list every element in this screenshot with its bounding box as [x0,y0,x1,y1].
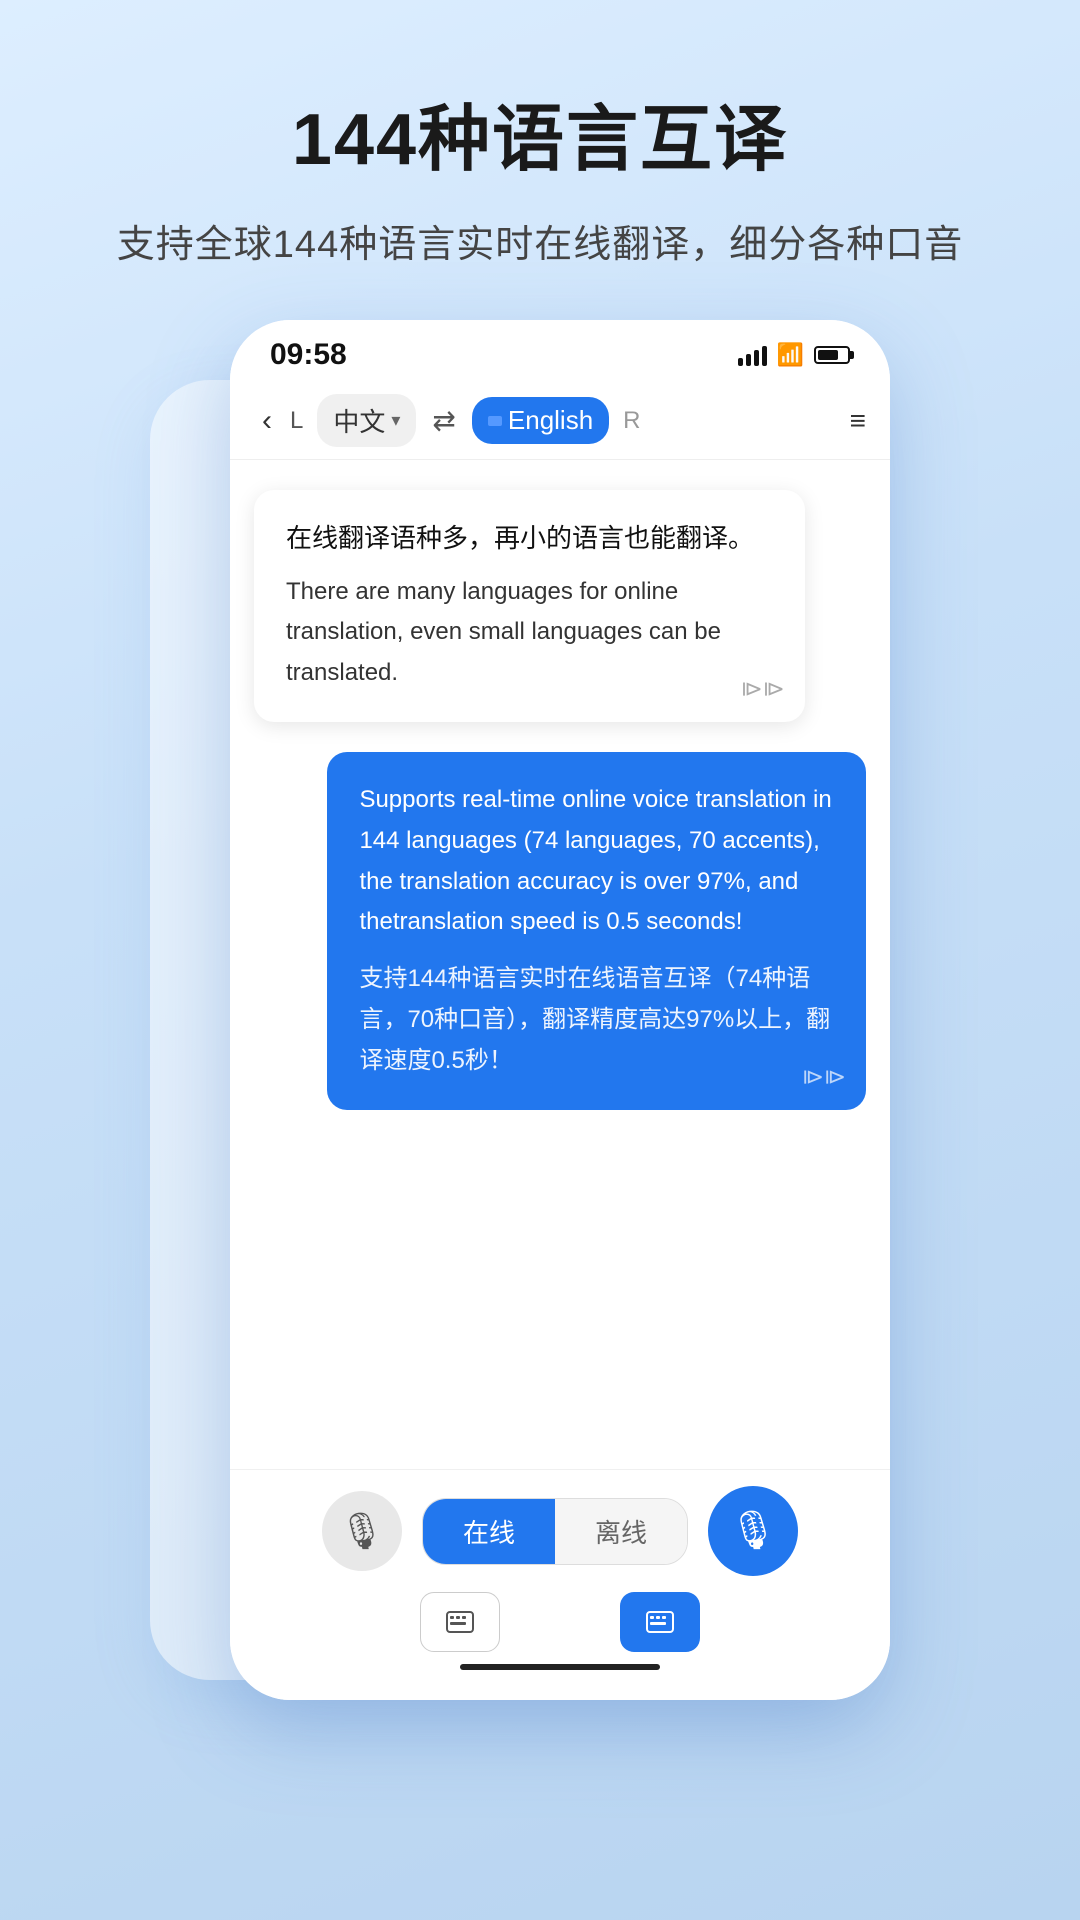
mic-right-button[interactable]: 🎙 [708,1486,798,1576]
signal-icon [738,344,767,366]
back-button[interactable]: ‹ [254,400,280,442]
phone-wrapper: 09:58 📶 ‹ L 中文 ▾ ⇄ [190,320,890,1800]
chat-area: 在线翻译语种多，再小的语言也能翻译。 There are many langua… [230,460,890,1360]
status-time: 09:58 [270,338,347,372]
right-bubble-en-text: Supports real-time online voice translat… [359,780,834,943]
mic-left-button[interactable]: 🎙 [322,1491,402,1571]
keyboard-left-button[interactable] [420,1592,500,1652]
battery-icon [814,346,850,364]
flag-icon [488,416,502,426]
chevron-down-icon: ▾ [391,410,400,431]
left-bubble-cn-text: 在线翻译语种多，再小的语言也能翻译。 [286,518,773,560]
status-icons: 📶 [738,342,850,368]
keyboard-row [254,1592,866,1652]
lang-right-suffix: R [623,407,640,435]
offline-button[interactable]: 离线 [555,1499,687,1564]
bottom-bar: 🎙 在线 离线 🎙 [230,1469,890,1700]
page-subtitle: 支持全球144种语言实时在线翻译，细分各种口音 [0,213,1080,268]
lang-right-selector[interactable]: English [472,397,609,444]
online-offline-toggle[interactable]: 在线 离线 [422,1498,688,1565]
nav-bar: ‹ L 中文 ▾ ⇄ English R ≡ [230,382,890,460]
speaker-right-icon[interactable]: ⧐⧐ [802,1064,846,1090]
menu-icon[interactable]: ≡ [850,405,866,437]
phone-frame: 09:58 📶 ‹ L 中文 ▾ ⇄ [230,320,890,1700]
speaker-icon[interactable]: ⧐⧐ [741,676,785,702]
home-indicator [460,1664,660,1670]
keyboard-outline-icon [446,1611,474,1633]
controls-row: 🎙 在线 离线 🎙 [254,1486,866,1576]
lang-right-label: English [508,405,593,436]
left-bubble: 在线翻译语种多，再小的语言也能翻译。 There are many langua… [254,490,805,722]
lang-left-label: 中文 [333,402,385,439]
wifi-icon: 📶 [777,342,804,368]
swap-languages-icon[interactable]: ⇄ [432,404,455,437]
right-bubble: Supports real-time online voice translat… [327,752,866,1110]
right-bubble-cn-text: 支持144种语言实时在线语音互译（74种语言，70种口音），翻译精度高达97%以… [359,959,834,1081]
status-bar: 09:58 📶 [230,320,890,382]
online-button[interactable]: 在线 [423,1499,555,1564]
lang-left-selector[interactable]: 中文 ▾ [317,394,416,447]
page-title: 144种语言互译 [0,0,1080,185]
keyboard-right-button[interactable] [620,1592,700,1652]
left-bubble-en-text: There are many languages for online tran… [286,572,773,694]
lang-left-prefix: L [290,407,303,435]
keyboard-filled-icon [646,1611,674,1633]
spacer [520,1592,600,1652]
